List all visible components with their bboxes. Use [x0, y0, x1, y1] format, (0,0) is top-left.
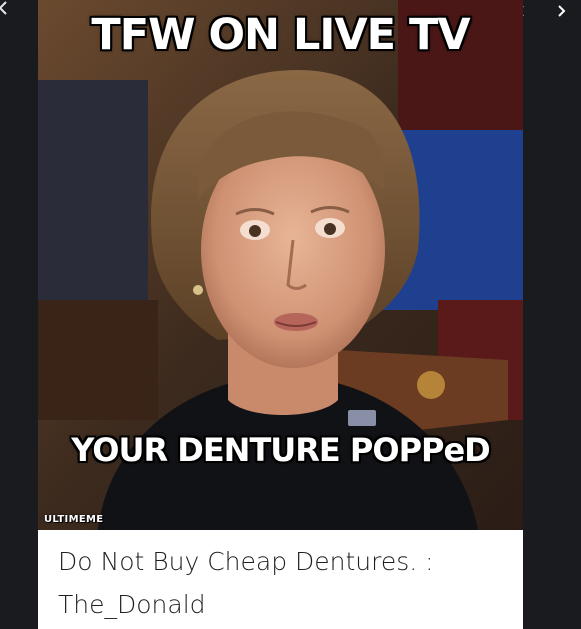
meme-image[interactable]: TFW ON LIVE TV YOUR DENTURE POPPeD ULTIM… — [38, 0, 523, 530]
next-button[interactable] — [546, 0, 576, 22]
chevron-right-icon — [555, 3, 567, 19]
image-card: TFW ON LIVE TV YOUR DENTURE POPPeD ULTIM… — [38, 0, 523, 629]
watermark: ULTIMEME — [44, 514, 104, 525]
back-arrow-icon[interactable] — [0, 0, 17, 22]
meme-bottom-text: YOUR DENTURE POPPeD — [71, 431, 490, 469]
image-caption[interactable]: Do Not Buy Cheap Dentures. : The_Donald — [38, 530, 523, 629]
meme-top-text: TFW ON LIVE TV — [91, 10, 470, 60]
image-viewer: TFW ON LIVE TV YOUR DENTURE POPPeD ULTIM… — [0, 0, 581, 629]
